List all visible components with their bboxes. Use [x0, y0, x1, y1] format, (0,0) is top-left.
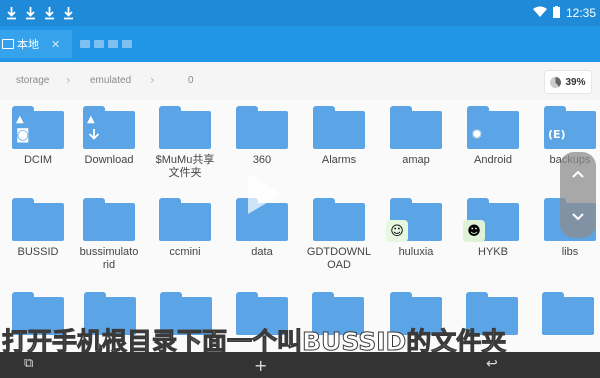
folder-icon — [159, 106, 211, 149]
tab-local[interactable]: 本地 ✕ — [0, 30, 72, 58]
folder-icon: (E) — [544, 106, 596, 149]
file-item[interactable]: $MuMu共享 文件夹 — [147, 100, 223, 190]
folder-icon: ☺ — [386, 198, 442, 242]
file-item[interactable]: ▲ Download — [71, 100, 147, 190]
chevron-down-icon[interactable] — [572, 209, 584, 225]
folder-icon — [83, 198, 135, 241]
breadcrumb-item-emulated[interactable]: emulated — [90, 75, 131, 86]
close-icon[interactable]: ✕ — [51, 38, 60, 51]
folder-icon — [390, 106, 442, 149]
download-icon — [63, 6, 74, 20]
folder-icon: ▲ ◙ — [12, 106, 64, 149]
file-item[interactable]: ☻ HYKB — [455, 192, 531, 282]
folder-icon — [313, 198, 365, 241]
play-icon[interactable] — [244, 172, 284, 216]
file-item[interactable]: BUSSID — [0, 192, 76, 282]
file-item-label: ccmini — [169, 246, 201, 258]
file-item[interactable]: ✹ Android — [455, 100, 531, 190]
file-item[interactable]: ▲ ◙ DCIM — [0, 100, 76, 190]
bottom-toolbar: ⧉ + ↩ — [0, 352, 600, 378]
upload-badge-icon: ▲ — [16, 114, 24, 125]
storage-usage-badge[interactable]: 39% — [544, 70, 592, 94]
folder-icon: ✹ — [467, 106, 519, 149]
camera-icon: ◙ — [16, 127, 30, 143]
download-icon — [25, 6, 36, 20]
upload-badge-icon: ▲ — [87, 114, 95, 125]
status-bar: 12:35 — [0, 0, 600, 26]
file-item[interactable]: amap — [378, 100, 454, 190]
add-icon[interactable]: + — [254, 356, 267, 375]
file-item-label: libs — [561, 246, 579, 258]
breadcrumb-item-storage[interactable]: storage — [16, 75, 49, 86]
page-scroll-control[interactable] — [560, 152, 596, 238]
file-item-label: 360 — [252, 154, 272, 166]
pie-chart-icon — [550, 76, 562, 88]
huluxia-app-icon: ☺ — [386, 220, 408, 242]
download-icon — [6, 6, 17, 20]
hykb-app-icon: ☻ — [463, 220, 485, 242]
breadcrumb: storage › emulated › 0 39% — [0, 62, 600, 100]
file-item-label: HYKB — [478, 246, 508, 258]
file-item-label: BUSSID — [17, 246, 59, 258]
file-item[interactable]: GDTDOWNL OAD — [301, 192, 377, 282]
file-item-label: Android — [474, 154, 512, 166]
folder-icon — [313, 106, 365, 149]
file-item-label: $MuMu共享 文件夹 — [155, 154, 215, 179]
file-item-label: GDTDOWNL OAD — [306, 246, 372, 271]
cloud-icon[interactable] — [122, 40, 132, 48]
folder-icon: ☻ — [463, 198, 519, 242]
folder-icon — [159, 198, 211, 241]
file-item-label: huluxia — [398, 246, 434, 258]
screen: 12:35 本地 ✕ storage › emulated › 0 39% ▲ ◙… — [0, 0, 600, 378]
download-icon — [44, 6, 55, 20]
download-icon — [87, 128, 101, 147]
clock: 12:35 — [565, 6, 596, 20]
battery-icon — [552, 5, 560, 21]
tab-toolbar-icons — [80, 40, 132, 48]
es-icon: (E) — [548, 128, 566, 141]
tab-label: 本地 — [17, 38, 39, 51]
file-item[interactable]: Alarms — [301, 100, 377, 190]
file-item-label: amap — [402, 154, 430, 166]
folder-icon — [236, 106, 288, 149]
wifi-icon — [532, 6, 547, 21]
file-item-label: Download — [84, 154, 134, 166]
window-icon[interactable] — [94, 40, 104, 48]
file-item-label: DCIM — [23, 154, 53, 166]
file-item[interactable]: ☺ huluxia — [378, 192, 454, 282]
file-item[interactable]: bussimulato rid — [71, 192, 147, 282]
file-item[interactable]: ccmini — [147, 192, 223, 282]
folder-icon: ▲ — [83, 106, 135, 149]
folder-icon — [12, 198, 64, 241]
back-icon[interactable]: ↩ — [486, 356, 498, 372]
chevron-right-icon: › — [150, 73, 155, 87]
image-icon[interactable] — [108, 40, 118, 48]
file-item-label: bussimulato rid — [79, 246, 139, 271]
chevron-up-icon[interactable] — [572, 166, 584, 182]
file-item-label: Alarms — [321, 154, 357, 166]
file-item-label: data — [251, 246, 273, 258]
window-icon[interactable] — [80, 40, 90, 48]
multi-window-icon[interactable]: ⧉ — [24, 356, 33, 371]
chevron-right-icon: › — [66, 73, 71, 87]
tab-bar: 本地 ✕ — [0, 26, 600, 62]
phone-icon — [2, 39, 14, 49]
storage-usage-value: 39% — [565, 76, 586, 88]
gear-icon: ✹ — [471, 127, 483, 143]
breadcrumb-item-0[interactable]: 0 — [188, 75, 194, 86]
